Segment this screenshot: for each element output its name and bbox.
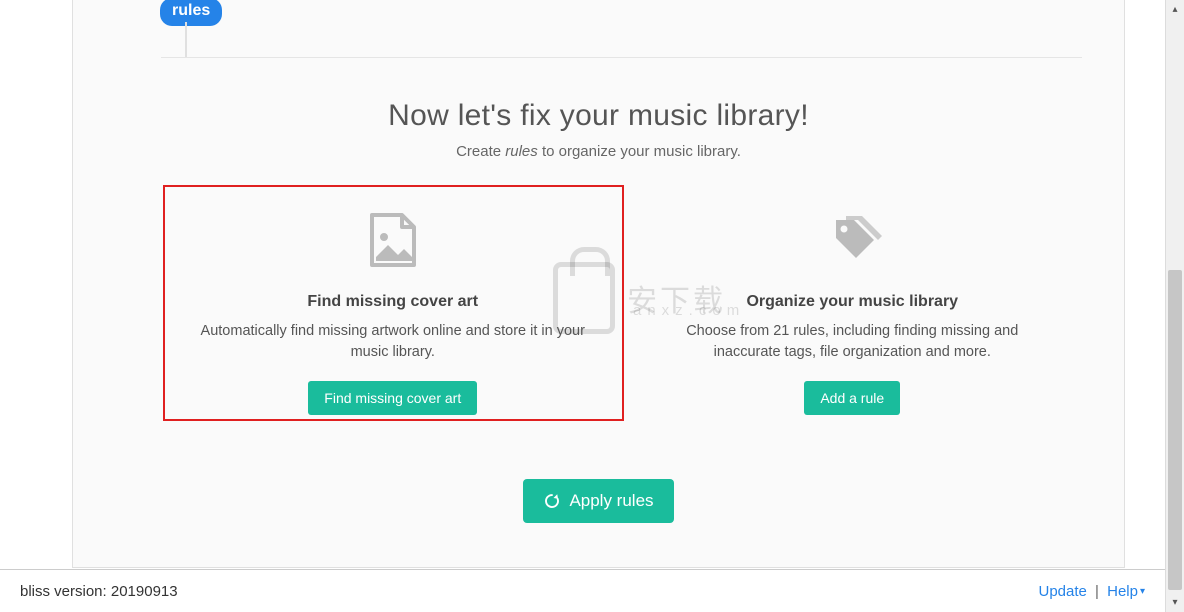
footer: bliss version: 20190913 Update | Help▾	[0, 569, 1165, 612]
subtitle-suffix: to organize your music library.	[538, 143, 741, 160]
tab-connector	[185, 22, 187, 58]
scroll-thumb[interactable]	[1168, 270, 1182, 590]
version-label: bliss version:	[20, 583, 111, 600]
page-title: Now let's fix your music library!	[73, 99, 1124, 133]
subtitle-em: rules	[505, 143, 538, 160]
chevron-down-icon: ▾	[1140, 586, 1145, 597]
organize-desc: Choose from 21 rules, including finding …	[653, 321, 1053, 363]
scrollbar[interactable]: ▴ ▾	[1165, 0, 1184, 612]
page-subtitle: Create rules to organize your music libr…	[73, 143, 1124, 160]
add-rule-button[interactable]: Add a rule	[804, 381, 900, 415]
card-organize: Organize your music library Choose from …	[623, 185, 1083, 415]
organize-title: Organize your music library	[653, 293, 1053, 311]
help-label: Help	[1107, 583, 1138, 600]
image-icon	[193, 195, 593, 285]
tags-icon	[653, 195, 1053, 285]
version-value: 20190913	[111, 583, 178, 600]
footer-sep: |	[1095, 583, 1099, 600]
hero: Now let's fix your music library! Create…	[73, 99, 1124, 160]
update-link[interactable]: Update	[1038, 583, 1086, 600]
scroll-up-button[interactable]: ▴	[1166, 0, 1184, 19]
cover-art-title: Find missing cover art	[193, 293, 593, 311]
tab-rules[interactable]: rules	[160, 0, 222, 26]
find-cover-art-button[interactable]: Find missing cover art	[308, 381, 477, 415]
main-card: rules Now let's fix your music library! …	[72, 0, 1125, 568]
card-cover-art: Find missing cover art Automatically fin…	[163, 185, 623, 415]
divider	[161, 57, 1082, 58]
cover-art-desc: Automatically find missing artwork onlin…	[193, 321, 593, 363]
subtitle-prefix: Create	[456, 143, 505, 160]
help-link[interactable]: Help▾	[1107, 583, 1145, 600]
scroll-down-button[interactable]: ▾	[1166, 593, 1184, 612]
apply-rules-button[interactable]: Apply rules	[523, 479, 673, 523]
refresh-icon	[543, 492, 561, 510]
apply-rules-label: Apply rules	[569, 491, 653, 511]
